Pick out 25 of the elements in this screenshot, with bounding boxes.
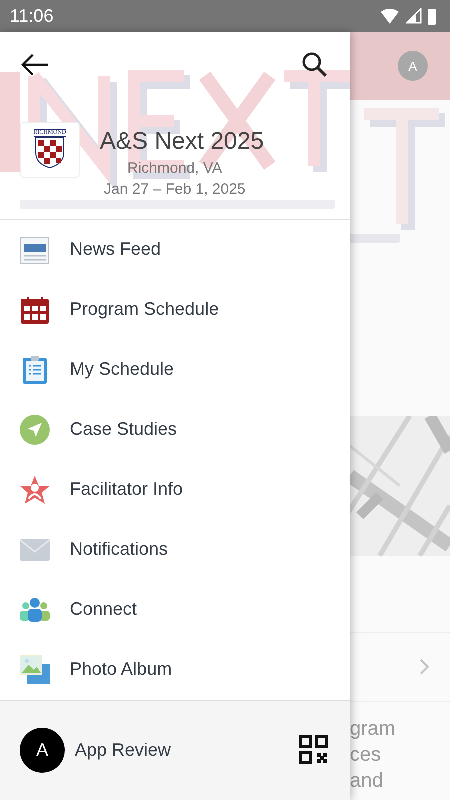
status-time: 11:06 [10, 6, 54, 26]
calendar-icon [20, 294, 50, 325]
signal-icon [406, 8, 422, 24]
menu-item[interactable]: Notifications [0, 520, 350, 580]
description-text: and [350, 769, 384, 794]
user-name: App Review [75, 740, 172, 761]
paper-plane-icon [20, 414, 50, 445]
menu-item[interactable]: Facilitator Info [0, 460, 350, 520]
user-avatar[interactable]: A [20, 728, 65, 773]
menu-item[interactable]: Photo Album [0, 640, 350, 700]
menu-item[interactable]: Case Studies [0, 400, 350, 460]
photo-icon [20, 654, 50, 685]
menu-item[interactable]: Program Schedule [0, 280, 350, 340]
description-text: ces [350, 743, 382, 768]
clipboard-icon [20, 354, 50, 385]
description-text: gram [350, 717, 397, 742]
star-person-icon [20, 474, 50, 505]
menu-item[interactable]: News Feed [0, 220, 350, 280]
battery-icon [428, 8, 436, 24]
wifi-icon [380, 8, 400, 24]
chevron-right-icon [420, 659, 430, 675]
menu-item[interactable]: Connect [0, 580, 350, 640]
qr-code-button[interactable] [298, 734, 330, 766]
newspaper-icon [20, 234, 50, 265]
menu-item[interactable]: My Schedule [0, 340, 350, 400]
